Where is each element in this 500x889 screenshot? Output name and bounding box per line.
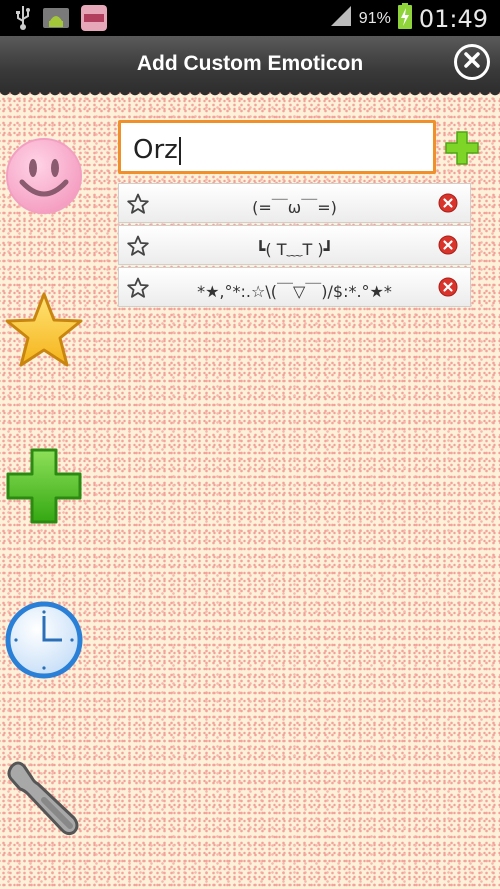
delete-icon[interactable] bbox=[438, 277, 458, 302]
star-icon bbox=[4, 292, 84, 374]
list-item[interactable]: (=￣ω￣=) bbox=[118, 183, 471, 223]
usb-icon bbox=[14, 5, 32, 36]
plus-icon bbox=[444, 131, 480, 170]
clock-icon bbox=[4, 601, 84, 684]
close-icon bbox=[463, 51, 481, 74]
signal-icon bbox=[329, 4, 353, 33]
app-notification-icon bbox=[80, 4, 108, 37]
clock-time: 01:49 bbox=[418, 4, 488, 33]
emoticon-input-value: Orz bbox=[133, 135, 181, 165]
sidebar-item-emoticons[interactable] bbox=[4, 136, 84, 221]
sidebar-item-favorites[interactable] bbox=[4, 290, 84, 375]
add-emoticon-button[interactable] bbox=[444, 130, 480, 171]
list-item[interactable]: *★,°*:.☆\(￣▽￣)/$:*.°★* bbox=[118, 267, 471, 307]
star-outline-icon[interactable] bbox=[127, 193, 149, 220]
page-title: Add Custom Emoticon bbox=[136, 52, 364, 75]
emoticon-text: *★,°*:.☆\(￣▽￣)/$:*.°★* bbox=[197, 282, 392, 301]
emoticon-text: (=￣ω￣=) bbox=[252, 198, 337, 217]
smiley-icon bbox=[4, 138, 84, 220]
sidebar-item-add[interactable] bbox=[4, 446, 84, 531]
sidebar-item-recent[interactable] bbox=[4, 600, 84, 685]
delete-icon[interactable] bbox=[438, 193, 458, 218]
close-button[interactable] bbox=[454, 44, 490, 80]
battery-percent: 91% bbox=[358, 9, 391, 27]
title-bar: Add Custom Emoticon bbox=[0, 36, 500, 98]
status-bar: 91% 01:49 bbox=[0, 0, 500, 36]
star-outline-icon[interactable] bbox=[127, 277, 149, 304]
plus-icon bbox=[4, 448, 84, 530]
emoticon-input[interactable]: Orz bbox=[118, 120, 436, 174]
sidebar-item-settings[interactable] bbox=[4, 756, 84, 841]
android-debug-icon bbox=[42, 5, 70, 36]
star-outline-icon[interactable] bbox=[127, 235, 149, 262]
emoticon-text: ┗( T﹏T )┛ bbox=[255, 240, 334, 259]
battery-charging-icon bbox=[397, 2, 413, 35]
emoticon-list: (=￣ω￣=) ┗( T﹏T )┛ *★,°*:.☆\(￣▽￣)/$:*.°★* bbox=[118, 183, 471, 309]
wrench-icon bbox=[4, 761, 84, 840]
delete-icon[interactable] bbox=[438, 235, 458, 260]
list-item[interactable]: ┗( T﹏T )┛ bbox=[118, 225, 471, 265]
